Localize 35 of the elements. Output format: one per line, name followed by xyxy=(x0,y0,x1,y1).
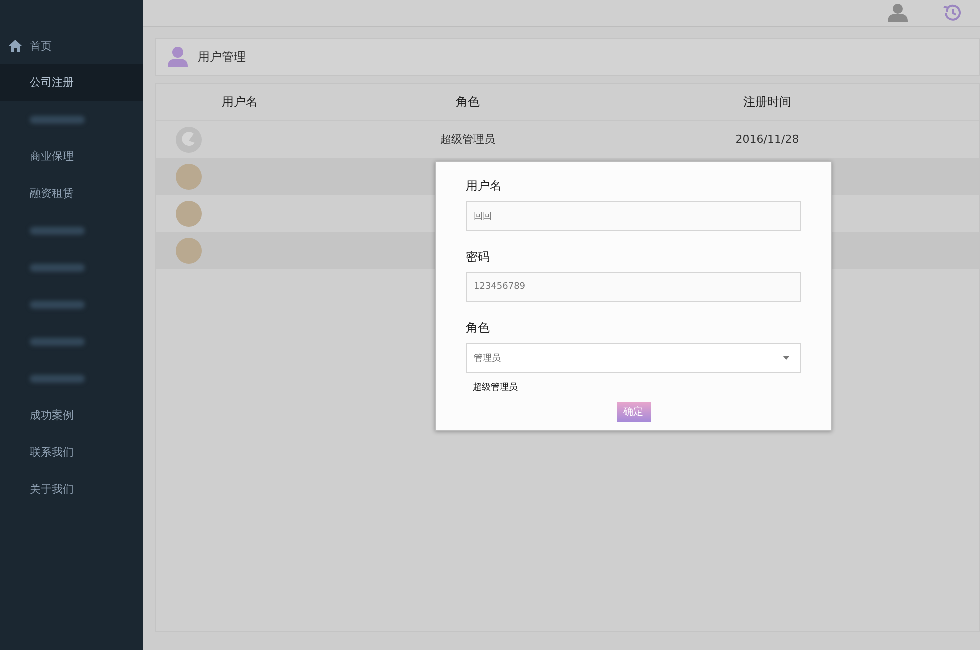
table-cell-text: 超级管理员 xyxy=(440,132,496,147)
panel-title: 用户管理 xyxy=(198,48,246,66)
person-icon xyxy=(168,47,188,67)
blurred-text xyxy=(30,338,85,346)
history-icon[interactable] xyxy=(942,4,962,22)
blurred-text xyxy=(30,116,85,124)
sidebar-item[interactable]: 成功案例 xyxy=(0,397,143,434)
avatar-placeholder xyxy=(176,200,202,226)
sidebar-item[interactable]: 商业保理 xyxy=(0,138,143,175)
user-icon[interactable] xyxy=(888,4,908,22)
input-field[interactable]: 123456789 xyxy=(466,272,801,302)
sidebar-item[interactable]: 联系我们 xyxy=(0,434,143,471)
sidebar-item[interactable]: 融资租赁 xyxy=(0,175,143,212)
blurred-text xyxy=(30,374,85,382)
caret-icon xyxy=(783,356,790,360)
sidebar-item[interactable]: 首页 xyxy=(0,28,143,64)
blurred-text xyxy=(30,226,85,234)
blurred-text xyxy=(30,264,85,272)
avatar-placeholder xyxy=(176,238,202,264)
input-field[interactable]: 回回 xyxy=(466,201,801,231)
column-header: 角色 xyxy=(455,94,481,110)
home-icon xyxy=(9,40,22,52)
field-label: 角色 xyxy=(466,320,491,337)
blurred-text xyxy=(30,300,85,308)
field-label: 用户名 xyxy=(466,178,503,195)
sidebar-item[interactable]: 公司注册 xyxy=(0,64,143,101)
select-field[interactable]: 管理员 xyxy=(466,343,801,373)
field-label: 密码 xyxy=(466,249,491,266)
avatar-logo-icon xyxy=(176,126,202,152)
column-header: 注册时间 xyxy=(742,94,792,110)
table-cell-text: 2016/11/28 xyxy=(734,133,800,146)
dropdown-option[interactable]: 超级管理员 xyxy=(466,381,801,394)
avatar-placeholder xyxy=(176,164,202,190)
sidebar-item[interactable]: 关于我们 xyxy=(0,471,143,508)
column-header: 用户名 xyxy=(221,94,259,110)
